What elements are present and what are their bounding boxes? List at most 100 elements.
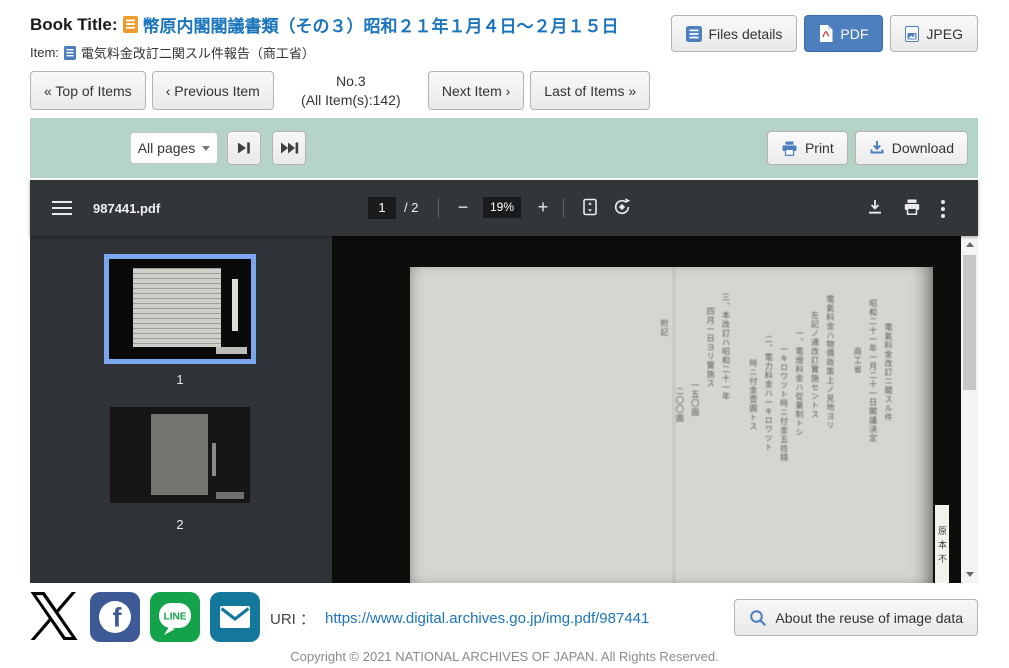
scan-text-column: 昭和二十一年一月二十一日閣議決定	[868, 299, 876, 577]
rotate-icon[interactable]	[609, 194, 635, 220]
last-of-items-button[interactable]: Last of Items »	[530, 71, 650, 110]
next-page-button[interactable]	[227, 131, 261, 165]
fit-to-page-icon[interactable]	[577, 194, 603, 220]
print-label: Print	[805, 140, 834, 156]
svg-text:f: f	[113, 603, 123, 633]
line-icon: LINE	[150, 592, 200, 642]
pdf-label: PDF	[840, 26, 868, 42]
page-select-value: All pages	[138, 140, 196, 156]
download-file-icon[interactable]	[862, 194, 888, 220]
item-position: No.3 (All Item(s):142)	[280, 72, 422, 110]
pdf-viewer-body: 1 2 電氣料金改訂ニ關スル件昭和二十一年一月二十一日閣議決定商工省 電氣料金ハ物…	[30, 236, 978, 583]
pdf-file-icon	[819, 25, 833, 42]
item-label: Item:	[30, 45, 59, 60]
scanned-page: 電氣料金改訂ニ關スル件昭和二十一年一月二十一日閣議決定商工省 電氣料金ハ物價政策上…	[410, 267, 933, 583]
thumbnail-1-page	[133, 268, 221, 347]
last-page-button[interactable]	[272, 131, 306, 165]
book-title-link[interactable]: 幣原内閣閣議書類（その３）昭和２１年１月４日～２月１５日	[143, 12, 619, 37]
book-title-row: Book Title: 幣原内閣閣議書類（その３）昭和２１年１月４日～２月１５日	[30, 12, 619, 37]
thumbnail-2-page	[151, 414, 208, 496]
scroll-up-arrow[interactable]	[961, 236, 978, 253]
format-buttons: Files details PDF JPEG	[671, 15, 979, 52]
files-details-button[interactable]: Files details	[671, 15, 798, 52]
uri-row: URI ： https://www.digital.archives.go.jp…	[270, 605, 649, 631]
chevron-down-icon	[202, 146, 210, 151]
original-unclear-stamp: 原本不	[935, 505, 949, 583]
print-icon	[781, 140, 798, 157]
files-details-icon	[686, 26, 702, 42]
share-email-button[interactable]	[210, 592, 260, 642]
thumbnail-1-tag	[216, 347, 247, 354]
download-label: Download	[892, 140, 954, 156]
share-facebook-button[interactable]: f	[90, 592, 140, 642]
download-icon	[869, 140, 885, 156]
thumbnail-2-label: 2	[104, 517, 256, 532]
pdf-viewer: 987441.pdf 1 / 2 − 19% + 1	[30, 180, 978, 583]
scan-text-column: 四月一日ヨリ實施ス	[706, 307, 714, 577]
scan-text-column: 一キロワツト時ニ付金五拾錢	[779, 345, 787, 577]
files-details-label: Files details	[709, 26, 783, 42]
jpeg-file-icon	[905, 26, 919, 42]
item-title: 電気料金改訂二関スル件報告（商工省）	[81, 43, 315, 62]
menu-icon[interactable]	[52, 201, 72, 215]
scan-text-column: 商工省	[853, 347, 861, 577]
zoom-level[interactable]: 19%	[483, 197, 521, 218]
email-icon	[210, 592, 260, 642]
book-title-label: Book Title:	[30, 15, 118, 35]
x-logo-icon	[30, 592, 78, 640]
vertical-scrollbar[interactable]	[961, 236, 978, 583]
item-total: (All Item(s):142)	[280, 91, 422, 110]
svg-text:LINE: LINE	[164, 612, 187, 623]
uri-label: URI ：	[270, 608, 315, 629]
toolbar-divider	[438, 198, 439, 218]
scan-text-column: 電氣料金ハ物價政策上ノ見地ヨリ	[825, 295, 833, 577]
toolbar-divider	[563, 198, 564, 218]
print-button[interactable]: Print	[767, 131, 848, 165]
top-of-items-button[interactable]: « Top of Items	[30, 71, 146, 110]
scan-text-columns: 電氣料金改訂ニ關スル件昭和二十一年一月二十一日閣議決定商工省 電氣料金ハ物價政策上…	[653, 289, 899, 577]
page-select-dropdown[interactable]: All pages	[130, 132, 218, 164]
page-toolbar: All pages Print Download	[30, 118, 978, 178]
previous-item-button[interactable]: ‹ Previous Item	[152, 71, 274, 110]
download-button[interactable]: Download	[855, 131, 968, 165]
page-count: / 2	[404, 200, 418, 215]
share-x-button[interactable]	[27, 588, 81, 644]
item-row: Item: 電気料金改訂二関スル件報告（商工省）	[30, 43, 315, 62]
scan-text-column: 二、電力料金ハ一キロワツト	[764, 335, 772, 577]
print-file-icon[interactable]	[899, 194, 925, 220]
share-line-button[interactable]: LINE	[150, 592, 200, 642]
scan-text-column: 電氣料金改訂ニ關スル件	[884, 323, 892, 577]
jpeg-label: JPEG	[926, 26, 963, 42]
document-render-area[interactable]: 電氣料金改訂ニ關スル件昭和二十一年一月二十一日閣議決定商工省 電氣料金ハ物價政策上…	[332, 236, 961, 583]
scroll-down-arrow[interactable]	[961, 566, 978, 583]
scrollbar-thumb[interactable]	[963, 255, 976, 390]
zoom-in-button[interactable]: +	[530, 194, 556, 220]
next-item-button[interactable]: Next Item ›	[428, 71, 524, 110]
scan-text-column: 左記ノ通改訂實施セントス	[810, 311, 818, 577]
thumbnail-2-tag	[216, 492, 244, 500]
thumbnail-1-strip	[232, 279, 238, 331]
scan-text-column: 一五〇圓	[690, 381, 698, 577]
scan-text-column: 二〇〇圓	[675, 387, 683, 577]
jpeg-button[interactable]: JPEG	[890, 15, 978, 52]
skip-next-icon	[235, 139, 253, 157]
item-navigation: « Top of Items ‹ Previous Item No.3 (All…	[30, 71, 650, 110]
pdf-button[interactable]: PDF	[804, 15, 883, 52]
page-thumbnail-2[interactable]	[110, 407, 250, 503]
zoom-out-button[interactable]: −	[450, 194, 476, 220]
page-thumbnail-1[interactable]	[104, 254, 256, 364]
thumbnail-panel: 1 2	[30, 236, 332, 583]
thumbnail-1-label: 1	[104, 372, 256, 387]
pdf-viewer-toolbar: 987441.pdf 1 / 2 − 19% +	[30, 180, 978, 236]
reuse-info-button[interactable]: About the reuse of image data	[734, 599, 978, 636]
thumbnail-2-strip	[212, 443, 217, 476]
more-options-icon[interactable]	[941, 200, 945, 221]
uri-link[interactable]: https://www.digital.archives.go.jp/img.p…	[325, 610, 649, 627]
facebook-icon: f	[90, 592, 140, 642]
pdf-filename: 987441.pdf	[93, 201, 160, 216]
scan-text-column: 三、本改訂ハ昭和二十一年	[721, 293, 729, 577]
book-icon	[123, 16, 138, 33]
skip-last-icon	[280, 139, 299, 157]
page-number-input[interactable]: 1	[368, 197, 396, 219]
scan-text-column: 一、電燈料金ハ從量制トシ	[795, 329, 803, 577]
